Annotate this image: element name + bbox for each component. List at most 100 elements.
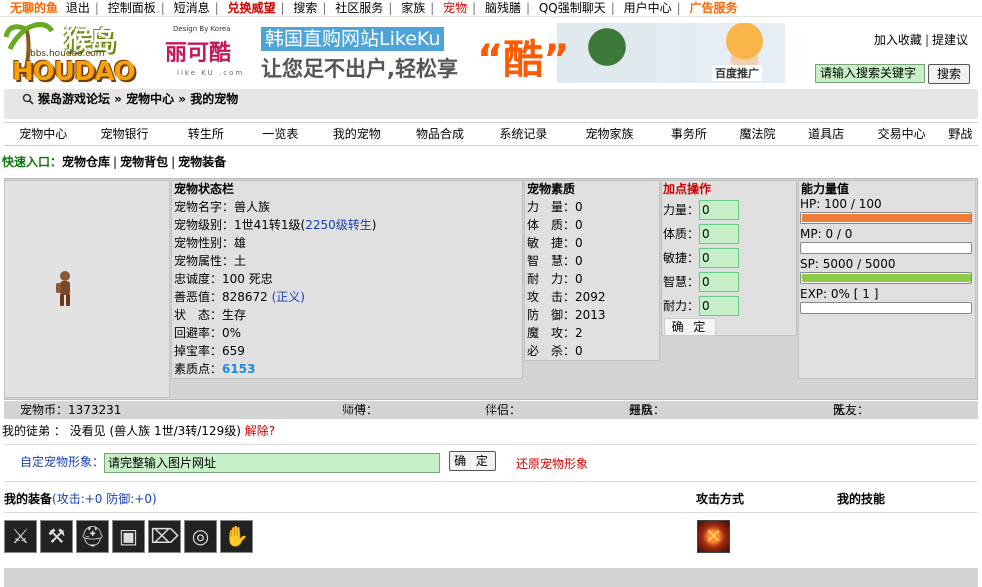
add-agility-input[interactable] [699, 248, 739, 268]
add-wisdom-input[interactable] [699, 272, 739, 292]
search-link[interactable]: 搜索 [293, 0, 317, 16]
hp-label: HP: 100 / 100 [800, 197, 882, 211]
search-input[interactable]: 请输入搜索关键字 [815, 64, 925, 83]
logout-link[interactable]: 退出 [66, 0, 90, 16]
armor-icon: ▣ [119, 524, 138, 548]
add-constitution-row: 体质： [662, 222, 796, 246]
nav-item-synthesis[interactable]: 物品合成 [398, 123, 482, 145]
nav-system-log[interactable]: 系统记录 [482, 123, 564, 145]
pet-karma: 善恶值：828672 (正义) [174, 290, 305, 304]
quick-entry: 快速入口：宠物仓库 | 宠物背包 | 宠物装备 [2, 155, 227, 169]
brand-tagline: Design By Korea [173, 25, 231, 33]
qq-chat-link[interactable]: QQ强制聊天 [539, 0, 606, 16]
add-wisdom-row: 智慧： [662, 270, 796, 294]
skills-title: 我的技能 [837, 492, 886, 506]
christmas-tree-image [557, 23, 657, 83]
nav-trade-center[interactable]: 交易中心 [860, 123, 942, 145]
pet-level: 宠物级别：1世41转1级(2250级转生) [174, 218, 377, 232]
karma-link[interactable]: (正义) [272, 290, 305, 304]
quality-defense: 防 御：2013 [527, 308, 606, 322]
control-panel-link[interactable]: 控制面板 [108, 0, 156, 16]
hp-bar [800, 212, 972, 224]
pet-info-row: 宠物币：1373231 师傅：无 伴侣：无 组队： 开启 队友：无 [4, 401, 978, 419]
equip-slot-5[interactable]: ⌦ [148, 520, 181, 553]
quick-entry-label: 快速入口： [2, 155, 63, 169]
quick-equipment-link[interactable]: 宠物装备 [178, 155, 226, 169]
equipment-title: 我的装备 [4, 492, 53, 506]
add-endurance-input[interactable] [699, 296, 739, 316]
custom-avatar-confirm-button[interactable]: 确 定 [449, 451, 496, 471]
exchange-prestige-link[interactable]: 兑换威望 [228, 0, 276, 16]
breadcrumb-text[interactable]: 猴岛游戏论坛 » 宠物中心 » 我的宠物 [38, 92, 238, 106]
boots-icon: ⌦ [150, 524, 179, 548]
restore-avatar-link[interactable]: 还原宠物形象 [516, 455, 588, 472]
power-title: 能力量值 [801, 182, 850, 196]
feedback-link[interactable]: 提建议 [932, 33, 968, 47]
nav-field-battle[interactable]: 野战 [943, 123, 978, 145]
equip-slot-3[interactable]: ⛑ [76, 520, 109, 553]
ad-banner[interactable]: Design By Korea 丽可酷 like KU .com 韩国直购网站L… [147, 23, 785, 83]
equip-slot-2[interactable]: ⚒ [40, 520, 73, 553]
nav-pet-clan[interactable]: 宠物家族 [564, 123, 654, 145]
quick-backpack-link[interactable]: 宠物背包 [120, 155, 168, 169]
banner-headline: 韩国直购网站LikeKu [261, 27, 445, 51]
divider [4, 481, 978, 482]
magnifier-icon [22, 93, 34, 105]
pet-link[interactable]: 宠物 [443, 0, 467, 16]
user-center-link[interactable]: 用户中心 [624, 0, 672, 16]
equip-slot-4[interactable]: ▣ [112, 520, 145, 553]
search-button[interactable]: 搜索 [928, 64, 970, 84]
pet-nav-bar: 宠物中心 宠物银行 转生所 一览表 我的宠物 物品合成 系统记录 宠物家族 事务… [4, 122, 978, 146]
pet-state: 状 态：生存 [174, 308, 247, 322]
banner-ku: “酷” [477, 37, 570, 83]
custom-avatar-url-input[interactable]: 请完整输入图片网址 [104, 453, 440, 473]
rebirth-level-link[interactable]: 2250级转生 [305, 218, 372, 232]
pet-status-panel: 宠物状态栏 宠物名字：兽人族 宠物级别：1世41转1级(2250级转生) 宠物性… [171, 180, 523, 379]
quality-constitution: 体 质：0 [527, 218, 583, 232]
pet-coins: 宠物币：1373231 [20, 403, 122, 417]
clan-link[interactable]: 家族 [401, 0, 425, 16]
brand-name: 丽可酷 [165, 41, 232, 66]
ad-services-link[interactable]: 广告服务 [690, 0, 738, 16]
footer-bar [4, 568, 978, 587]
quality-critical: 必 杀：0 [527, 344, 583, 358]
sword-icon: ⚔ [11, 524, 30, 548]
nav-rebirth[interactable]: 转生所 [167, 123, 245, 145]
helmet-icon: ⛑ [79, 524, 106, 548]
community-services-link[interactable]: 社区服务 [335, 0, 383, 16]
add-strength-input[interactable] [699, 200, 739, 220]
baidu-promo-badge: 百度推广 [712, 65, 762, 81]
nav-pet-bank[interactable]: 宠物银行 [82, 123, 166, 145]
equip-slot-1[interactable]: ⚔ [4, 520, 37, 553]
brain-link[interactable]: 脑残膳 [485, 0, 521, 16]
quality-wisdom: 智 慧：0 [527, 254, 583, 268]
nav-pet-center[interactable]: 宠物中心 [4, 123, 82, 145]
banner-brand: Design By Korea 丽可酷 like KU .com [155, 23, 247, 83]
add-favorite-link[interactable]: 加入收藏 [874, 33, 922, 47]
quality-magic-attack: 魔 攻：2 [527, 326, 583, 340]
quick-warehouse-link[interactable]: 宠物仓库 [62, 155, 110, 169]
messages-link[interactable]: 短消息 [174, 0, 210, 16]
nav-office[interactable]: 事务所 [655, 123, 724, 145]
nav-magic-academy[interactable]: 魔法院 [723, 123, 792, 145]
top-menu-bar: 无聊的鱼 退出 | 控制面板 | 短消息 | 兑换威望 | 搜索 | 社区服务 | 家族 | … [0, 0, 982, 17]
nav-item-shop[interactable]: 道具店 [792, 123, 861, 145]
pet-quality-panel: 宠物素质 力 量：0 体 质：0 敏 捷：0 智 慧：0 耐 力：0 攻 击：2… [524, 180, 660, 361]
add-constitution-input[interactable] [699, 224, 739, 244]
release-disciple-link[interactable]: 解除? [245, 424, 275, 438]
divider [4, 444, 978, 445]
add-endurance-row: 耐力： [662, 294, 796, 318]
nav-my-pet[interactable]: 我的宠物 [316, 123, 398, 145]
add-points-panel: 加点操作 力量： 体质： 敏捷： 智慧： 耐力： 确 定 [661, 180, 797, 336]
site-logo[interactable]: 猴岛 bbs.houdao.com HOUDAO [4, 17, 144, 89]
fire-attack-icon[interactable]: ✕ [697, 520, 730, 553]
nav-overview[interactable]: 一览表 [245, 123, 316, 145]
add-strength-row: 力量： [662, 198, 796, 222]
username-link[interactable]: 无聊的鱼 [10, 0, 58, 16]
equip-slot-7[interactable]: ✋ [220, 520, 253, 553]
status-title: 宠物状态栏 [174, 182, 235, 196]
equip-slot-6[interactable]: ◎ [184, 520, 217, 553]
equipment-header: 我的装备(攻击:+0 防御:+0) 攻击方式 我的技能 [4, 490, 978, 508]
add-points-confirm-button[interactable]: 确 定 [664, 318, 716, 336]
pet-stat-points: 素质点：6153 [174, 362, 256, 376]
